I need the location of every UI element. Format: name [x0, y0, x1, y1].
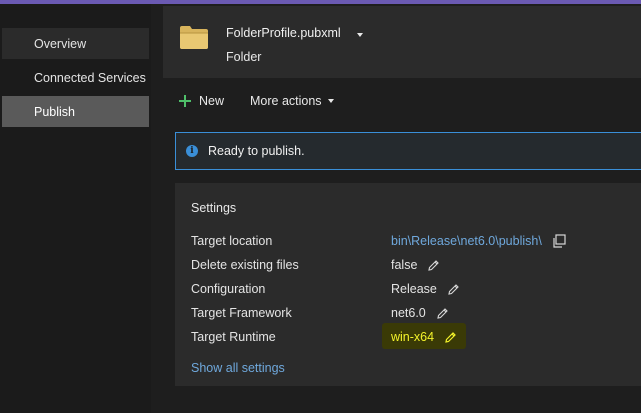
plus-icon — [179, 95, 191, 107]
pencil-icon[interactable] — [447, 283, 460, 296]
sidebar-item-connected-services[interactable]: Connected Services — [2, 62, 149, 93]
folder-icon — [180, 26, 208, 49]
settings-title: Settings — [191, 201, 237, 215]
pencil-icon[interactable] — [444, 331, 457, 344]
setting-value-target-location[interactable]: bin\Release\net6.0\publish\ — [391, 234, 566, 248]
setting-label-target-framework: Target Framework — [191, 306, 292, 320]
configuration-value: Release — [391, 282, 437, 296]
copy-icon[interactable] — [552, 234, 566, 248]
info-bar: i Ready to publish. — [175, 132, 641, 170]
setting-label-target-runtime: Target Runtime — [191, 330, 276, 344]
chevron-down-icon[interactable] — [357, 33, 363, 37]
target-framework-value: net6.0 — [391, 306, 426, 320]
setting-label-configuration: Configuration — [191, 282, 266, 296]
setting-label-target-location: Target location — [191, 234, 273, 248]
info-message: Ready to publish. — [208, 144, 305, 158]
settings-card: Settings Target location bin\Release\net… — [175, 183, 641, 386]
delete-existing-value: false — [391, 258, 418, 272]
pencil-icon[interactable] — [436, 307, 449, 320]
chevron-down-icon — [327, 99, 334, 103]
more-actions-button[interactable]: More actions — [250, 91, 334, 111]
new-profile-button[interactable]: New — [179, 91, 224, 111]
new-label: New — [199, 94, 225, 108]
setting-value-target-runtime: win-x64 — [391, 330, 457, 344]
sidebar-item-publish[interactable]: Publish — [2, 96, 149, 127]
profile-card: FolderProfile.pubxml Folder — [163, 6, 641, 78]
sidebar-item-label: Connected Services — [34, 70, 146, 85]
profile-type: Folder — [226, 50, 262, 64]
sidebar-item-label: Overview — [34, 36, 87, 51]
setting-label-delete-existing: Delete existing files — [191, 258, 299, 272]
more-actions-label: More actions — [250, 94, 322, 108]
setting-value-target-framework: net6.0 — [391, 306, 449, 320]
target-location-link[interactable]: bin\Release\net6.0\publish\ — [391, 234, 542, 248]
info-icon: i — [186, 145, 198, 157]
sidebar-item-label: Publish — [34, 104, 75, 119]
setting-value-configuration: Release — [391, 282, 460, 296]
target-runtime-value: win-x64 — [391, 330, 435, 344]
sidebar-item-overview[interactable]: Overview — [2, 28, 149, 59]
publish-window: Overview Connected Services Publish Fold… — [0, 0, 641, 413]
sidebar: Overview Connected Services Publish — [0, 4, 151, 413]
show-all-settings-link[interactable]: Show all settings — [191, 361, 285, 375]
setting-value-delete-existing: false — [391, 258, 440, 272]
profile-selector[interactable]: FolderProfile.pubxml — [226, 26, 341, 40]
main-content: FolderProfile.pubxml Folder New More act… — [151, 4, 641, 413]
pencil-icon[interactable] — [427, 259, 440, 272]
